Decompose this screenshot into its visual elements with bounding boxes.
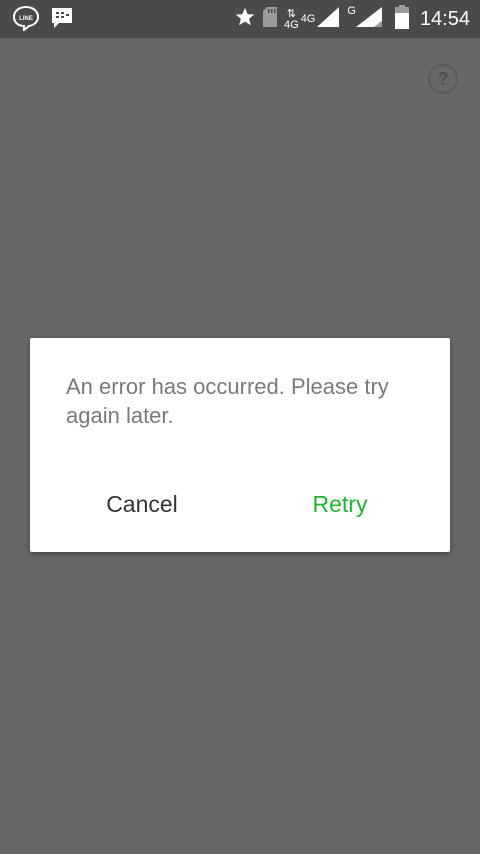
signal-icon [315, 6, 341, 33]
status-bar: LINE ⇅ 4G 4G G 14:54 [0, 0, 480, 38]
question-icon: ? [437, 68, 449, 89]
svg-text:LINE: LINE [19, 16, 33, 22]
error-dialog: An error has occurred. Please try again … [30, 338, 450, 552]
data-arrows-icon: ⇅ [286, 7, 296, 20]
bbm-icon [50, 6, 74, 35]
error-message: An error has occurred. Please try again … [66, 374, 389, 428]
network-type-label: 4G [284, 18, 299, 31]
clock: 14:54 [419, 8, 470, 30]
network-type-label: 4G [300, 13, 316, 25]
line-icon: LINE [12, 5, 40, 36]
star-icon [234, 6, 256, 33]
network-4g-top: 4G [301, 14, 316, 25]
retry-button[interactable]: Retry [300, 486, 380, 522]
system-icons: ⇅ 4G 4G G 14:54 [234, 4, 470, 35]
battery-icon [394, 4, 410, 35]
help-button[interactable]: ? [428, 64, 458, 94]
notification-icons: LINE [12, 5, 74, 36]
network-4g-indicator: ⇅ 4G [284, 7, 299, 31]
sd-card-icon [262, 6, 278, 33]
cancel-button[interactable]: Cancel [92, 486, 192, 522]
signal-icon [354, 6, 384, 33]
